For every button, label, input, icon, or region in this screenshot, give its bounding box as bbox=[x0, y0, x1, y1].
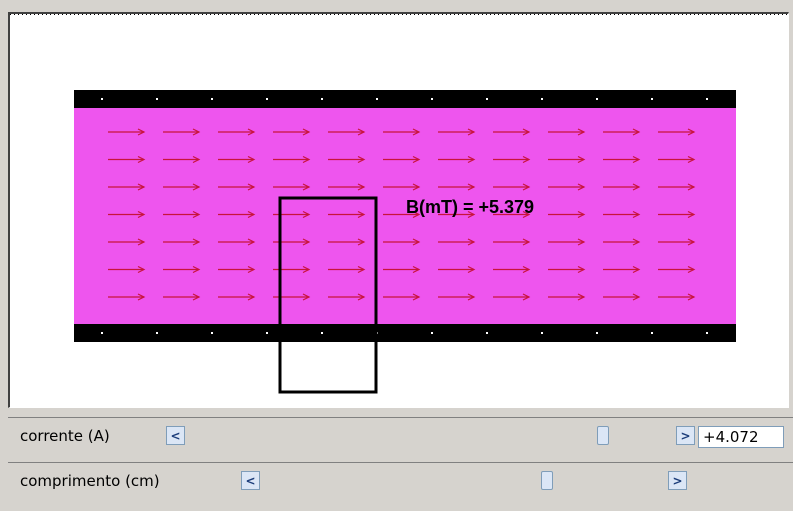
current-increase-button[interactable]: > bbox=[676, 426, 695, 445]
length-slider-thumb[interactable] bbox=[541, 471, 553, 490]
current-value-field[interactable]: +4.072 bbox=[698, 426, 784, 448]
plate-marker bbox=[431, 98, 433, 100]
plate-marker bbox=[266, 98, 268, 100]
length-increase-button[interactable]: > bbox=[668, 471, 687, 490]
plate-marker bbox=[321, 98, 323, 100]
length-label: comprimento (cm) bbox=[20, 472, 160, 490]
plate-marker bbox=[156, 332, 158, 334]
length-control-row: comprimento (cm) < > bbox=[8, 462, 793, 511]
plate-marker bbox=[211, 98, 213, 100]
bottom-conductor-plate bbox=[74, 324, 736, 342]
plate-marker bbox=[431, 332, 433, 334]
current-control-row: corrente (A) < > +4.072 bbox=[8, 417, 793, 455]
field-readout: B(mT) = +5.379 bbox=[406, 197, 534, 217]
plate-marker bbox=[101, 332, 103, 334]
arrow-left-icon: < bbox=[170, 428, 181, 443]
plate-marker bbox=[156, 98, 158, 100]
current-decrease-button[interactable]: < bbox=[166, 426, 185, 445]
simulation-canvas[interactable]: B(mT) = +5.379 bbox=[8, 12, 789, 408]
length-slider-track[interactable] bbox=[260, 471, 668, 490]
plate-marker bbox=[376, 98, 378, 100]
plate-marker bbox=[651, 98, 653, 100]
plate-marker bbox=[596, 332, 598, 334]
plate-marker bbox=[541, 98, 543, 100]
plate-marker bbox=[211, 332, 213, 334]
plate-marker bbox=[486, 332, 488, 334]
plate-marker bbox=[596, 98, 598, 100]
current-label: corrente (A) bbox=[20, 427, 110, 445]
top-conductor-plate bbox=[74, 90, 736, 108]
plate-marker bbox=[486, 98, 488, 100]
plate-marker bbox=[321, 332, 323, 334]
plate-marker bbox=[706, 98, 708, 100]
length-decrease-button[interactable]: < bbox=[241, 471, 260, 490]
plate-marker bbox=[266, 332, 268, 334]
arrow-left-icon: < bbox=[245, 473, 256, 488]
plate-marker bbox=[651, 332, 653, 334]
current-slider-thumb[interactable] bbox=[597, 426, 609, 445]
field-diagram: B(mT) = +5.379 bbox=[74, 90, 736, 394]
plate-marker bbox=[101, 98, 103, 100]
plate-marker bbox=[541, 332, 543, 334]
plate-marker bbox=[706, 332, 708, 334]
current-slider-track[interactable] bbox=[185, 426, 676, 445]
arrow-right-icon: > bbox=[672, 473, 683, 488]
arrow-right-icon: > bbox=[680, 428, 691, 443]
